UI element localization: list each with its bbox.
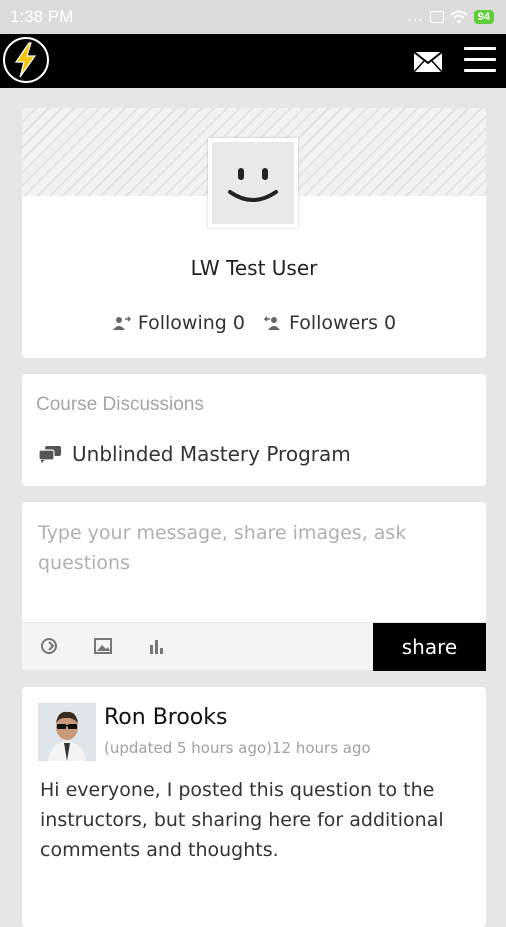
course-discussions-card: Course Discussions Unblinded Mastery Pro…: [22, 374, 486, 486]
course-discussion-label: Unblinded Mastery Program: [72, 442, 351, 466]
status-dots: ...: [407, 8, 424, 25]
post-updated: (updated 5 hours ago): [104, 739, 272, 757]
hamburger-menu-icon[interactable]: [464, 47, 496, 75]
status-icons: ... 94: [407, 9, 494, 25]
followers-icon: [263, 316, 280, 330]
course-discussion-item[interactable]: Unblinded Mastery Program: [38, 442, 351, 466]
lightning-bolt-icon: [14, 42, 37, 78]
following-link[interactable]: Following 0: [138, 312, 245, 334]
avatar[interactable]: [208, 138, 298, 228]
status-bar: 1:38 PM ... 94: [0, 0, 506, 34]
compose-input[interactable]: Type your message, share images, ask que…: [38, 518, 458, 578]
mail-icon[interactable]: [413, 51, 443, 73]
post-author-name[interactable]: Ron Brooks: [104, 705, 227, 730]
lightning-bolt-logo[interactable]: [3, 37, 49, 83]
chat-bubbles-icon: [38, 446, 61, 463]
status-time: 1:38 PM: [10, 7, 74, 26]
poll-icon[interactable]: [148, 637, 166, 655]
post-composer-card: Type your message, share images, ask que…: [22, 502, 486, 671]
share-button[interactable]: share: [373, 623, 486, 671]
battery-icon: 94: [473, 10, 494, 24]
post-body: Hi everyone, I posted this question to t…: [40, 779, 444, 861]
following-icon: [112, 316, 131, 330]
profile-name: LW Test User: [190, 256, 318, 280]
post-meta: (updated 5 hours ago)12 hours ago: [104, 739, 371, 757]
app-bar: [0, 34, 506, 88]
profile-card: LW Test User Following 0 Followers 0: [22, 108, 486, 358]
followers-count: 0: [384, 312, 397, 334]
follow-stats: Following 0 Followers 0: [22, 312, 486, 334]
feed-post: Ron Brooks (updated 5 hours ago)12 hours…: [22, 687, 486, 927]
following-count: 0: [232, 312, 245, 334]
following-label: Following: [137, 312, 227, 334]
followers-label: Followers: [288, 312, 378, 334]
sim-icon: [429, 11, 444, 23]
post-timestamp: 12 hours ago: [272, 739, 371, 757]
compose-toolbar: share: [22, 622, 486, 671]
course-discussions-heading: Course Discussions: [36, 394, 204, 415]
followers-link[interactable]: Followers 0: [289, 312, 396, 334]
author-photo: [38, 703, 96, 761]
wifi-icon: [450, 10, 468, 24]
post-author-avatar[interactable]: [38, 703, 96, 761]
smiley-face-icon: [228, 168, 278, 202]
image-icon[interactable]: [94, 637, 112, 655]
link-icon[interactable]: [40, 637, 58, 655]
